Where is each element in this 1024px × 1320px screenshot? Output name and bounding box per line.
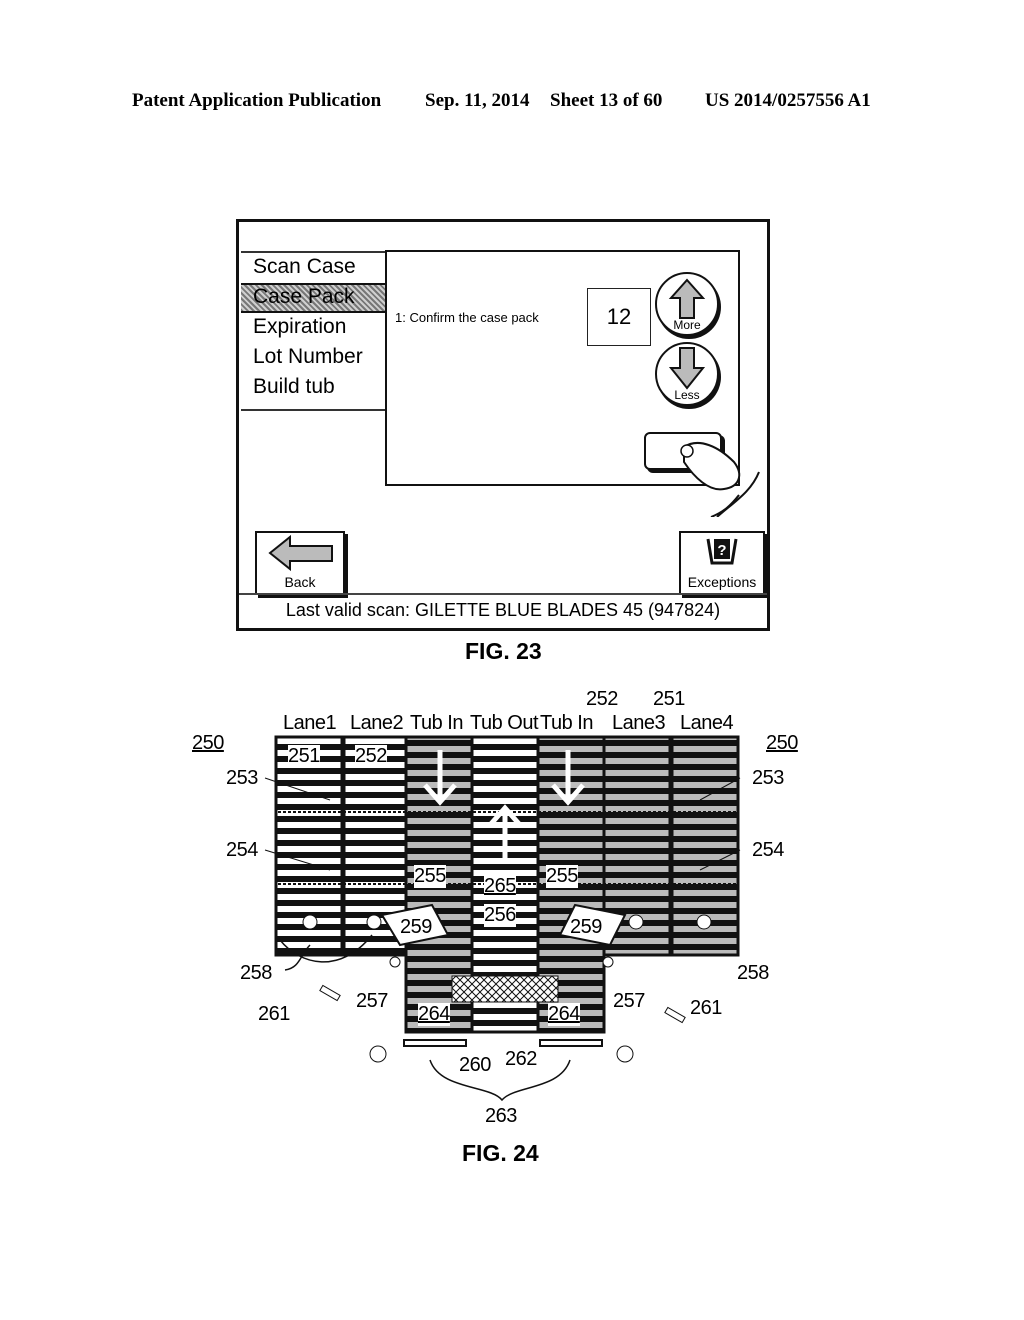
header-lane3: Lane3: [612, 712, 666, 734]
fig24-caption: FIG. 24: [462, 1140, 539, 1166]
header-lane1: Lane1: [283, 712, 337, 734]
ref-256: 256: [484, 904, 516, 927]
ref-250-left: 250: [192, 732, 224, 754]
ref-258-left: 258: [240, 962, 272, 984]
ref-251: 251: [288, 745, 320, 768]
ref-260: 260: [459, 1054, 491, 1076]
header-tub-out: Tub Out: [470, 712, 539, 734]
ref-255-right: 255: [546, 865, 578, 888]
ref-263: 263: [485, 1105, 517, 1127]
scale-left: [403, 1039, 467, 1047]
ref-252: 252: [355, 745, 387, 768]
ref-257-left: 257: [356, 990, 388, 1012]
ref-265: 265: [484, 875, 516, 898]
ref-257-right: 257: [613, 990, 645, 1012]
ref-251-top: 251: [653, 688, 685, 710]
ref-264-left: 264: [418, 1003, 450, 1026]
ref-259-right: 259: [570, 916, 602, 938]
ref-259-left: 259: [400, 916, 432, 938]
ref-261-right: 261: [690, 997, 722, 1019]
ref-253-right: 253: [752, 767, 784, 789]
ref-255-left: 255: [414, 865, 446, 888]
header-tub-in-left: Tub In: [410, 712, 463, 734]
header-tub-in-right: Tub In: [540, 712, 593, 734]
tub-gate: [451, 975, 559, 1003]
ref-262: 262: [505, 1048, 537, 1070]
ref-254-left: 254: [226, 839, 258, 861]
ref-261-left: 261: [258, 1003, 290, 1025]
ref-258-right: 258: [737, 962, 769, 984]
header-lane4: Lane4: [680, 712, 734, 734]
ref-253-left: 253: [226, 767, 258, 789]
ref-252-top: 252: [586, 688, 618, 710]
ref-250-right: 250: [766, 732, 798, 754]
scale-right: [539, 1039, 603, 1047]
ref-254-right: 254: [752, 839, 784, 861]
header-lane2: Lane2: [350, 712, 404, 734]
ref-264-right: 264: [548, 1003, 580, 1026]
